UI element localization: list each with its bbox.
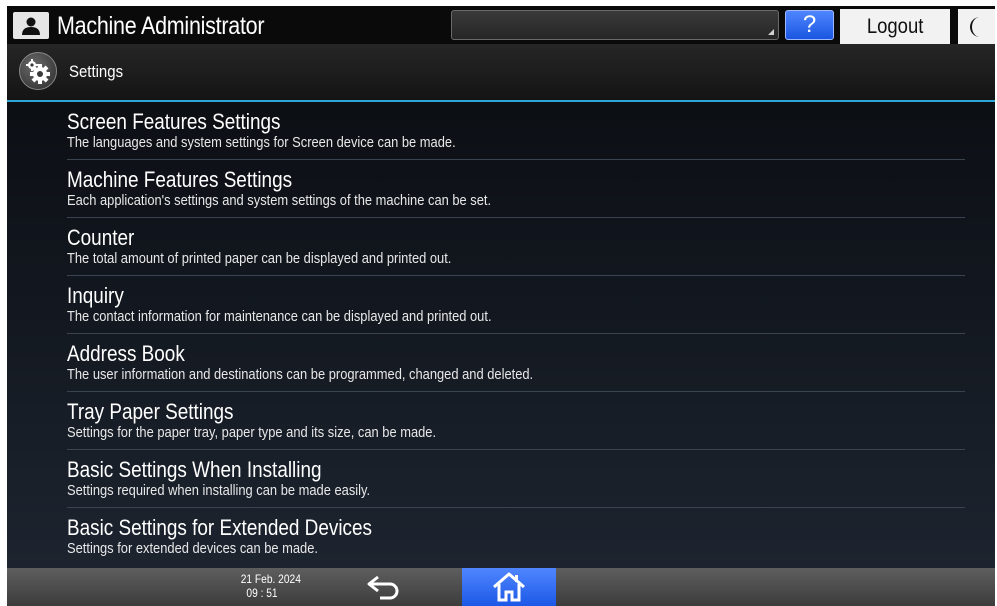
bottom-bar: 21 Feb. 2024 09 : 51 — [7, 568, 995, 606]
menu-item-machine-features[interactable]: Machine Features Settings Each applicati… — [67, 160, 965, 218]
menu-item-description: The total amount of printed paper can be… — [67, 250, 452, 267]
menu-item-title: Machine Features Settings — [67, 167, 293, 192]
back-button[interactable] — [355, 572, 415, 604]
menu-item-tray-paper[interactable]: Tray Paper Settings Settings for the pap… — [67, 392, 965, 450]
home-icon — [493, 572, 525, 602]
moon-icon — [969, 16, 980, 37]
settings-header: Settings — [7, 44, 995, 102]
menu-item-description: Settings for the paper tray, paper type … — [67, 424, 437, 441]
logout-button[interactable]: Logout — [840, 9, 950, 44]
menu-item-basic-installing[interactable]: Basic Settings When Installing Settings … — [67, 450, 965, 508]
menu-item-extended-devices[interactable]: Basic Settings for Extended Devices Sett… — [67, 508, 965, 566]
menu-item-description: Each application's settings and system s… — [67, 192, 492, 209]
date-text: 21 Feb. 2024 — [240, 572, 301, 586]
help-button[interactable]: ? — [785, 10, 834, 40]
menu-item-title: Address Book — [67, 341, 185, 366]
menu-item-counter[interactable]: Counter The total amount of printed pape… — [67, 218, 965, 276]
menu-item-title: Screen Features Settings — [67, 109, 281, 134]
energy-saver-button[interactable] — [958, 9, 995, 44]
user-title: Machine Administrator — [57, 12, 265, 40]
user-icon[interactable] — [13, 12, 49, 39]
date-time: 21 Feb. 2024 09 : 51 — [237, 572, 301, 600]
settings-menu-list: Screen Features Settings The languages a… — [7, 102, 995, 568]
menu-item-title: Tray Paper Settings — [67, 399, 234, 424]
menu-item-title: Counter — [67, 225, 135, 250]
menu-item-description: The languages and system settings for Sc… — [67, 134, 456, 151]
menu-item-description: Settings for extended devices can be mad… — [67, 540, 318, 557]
expand-corner-icon — [768, 29, 774, 35]
time-text: 09 : 51 — [246, 586, 278, 600]
menu-item-address-book[interactable]: Address Book The user information and de… — [67, 334, 965, 392]
gear-icon — [19, 52, 57, 90]
menu-item-screen-features[interactable]: Screen Features Settings The languages a… — [67, 102, 965, 160]
back-arrow-icon — [367, 575, 399, 600]
top-bar: Machine Administrator ? Logout — [7, 6, 995, 44]
menu-item-title: Basic Settings When Installing — [67, 457, 322, 482]
menu-item-description: The contact information for maintenance … — [67, 308, 492, 325]
page-title: Settings — [69, 62, 124, 81]
logout-label: Logout — [866, 15, 924, 38]
menu-item-inquiry[interactable]: Inquiry The contact information for main… — [67, 276, 965, 334]
menu-item-description: Settings required when installing can be… — [67, 482, 371, 499]
app-frame: Machine Administrator ? Logout Settings … — [7, 6, 995, 606]
menu-item-title: Inquiry — [67, 283, 124, 308]
menu-item-title: Basic Settings for Extended Devices — [67, 515, 372, 540]
status-message-field[interactable] — [451, 10, 779, 40]
menu-item-description: The user information and destinations ca… — [67, 366, 534, 383]
home-button[interactable] — [462, 568, 556, 606]
